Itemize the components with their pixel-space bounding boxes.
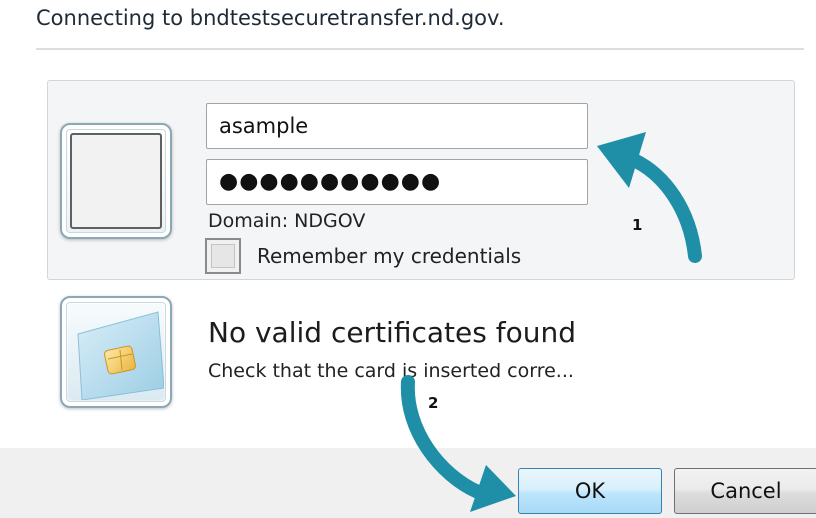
callout-label-2: 2 xyxy=(428,394,439,412)
callout-arrow-1 xyxy=(597,132,702,263)
callout-arrow-2 xyxy=(400,375,516,512)
callout-label-1: 1 xyxy=(632,216,643,234)
annotation-arrows xyxy=(400,132,702,512)
